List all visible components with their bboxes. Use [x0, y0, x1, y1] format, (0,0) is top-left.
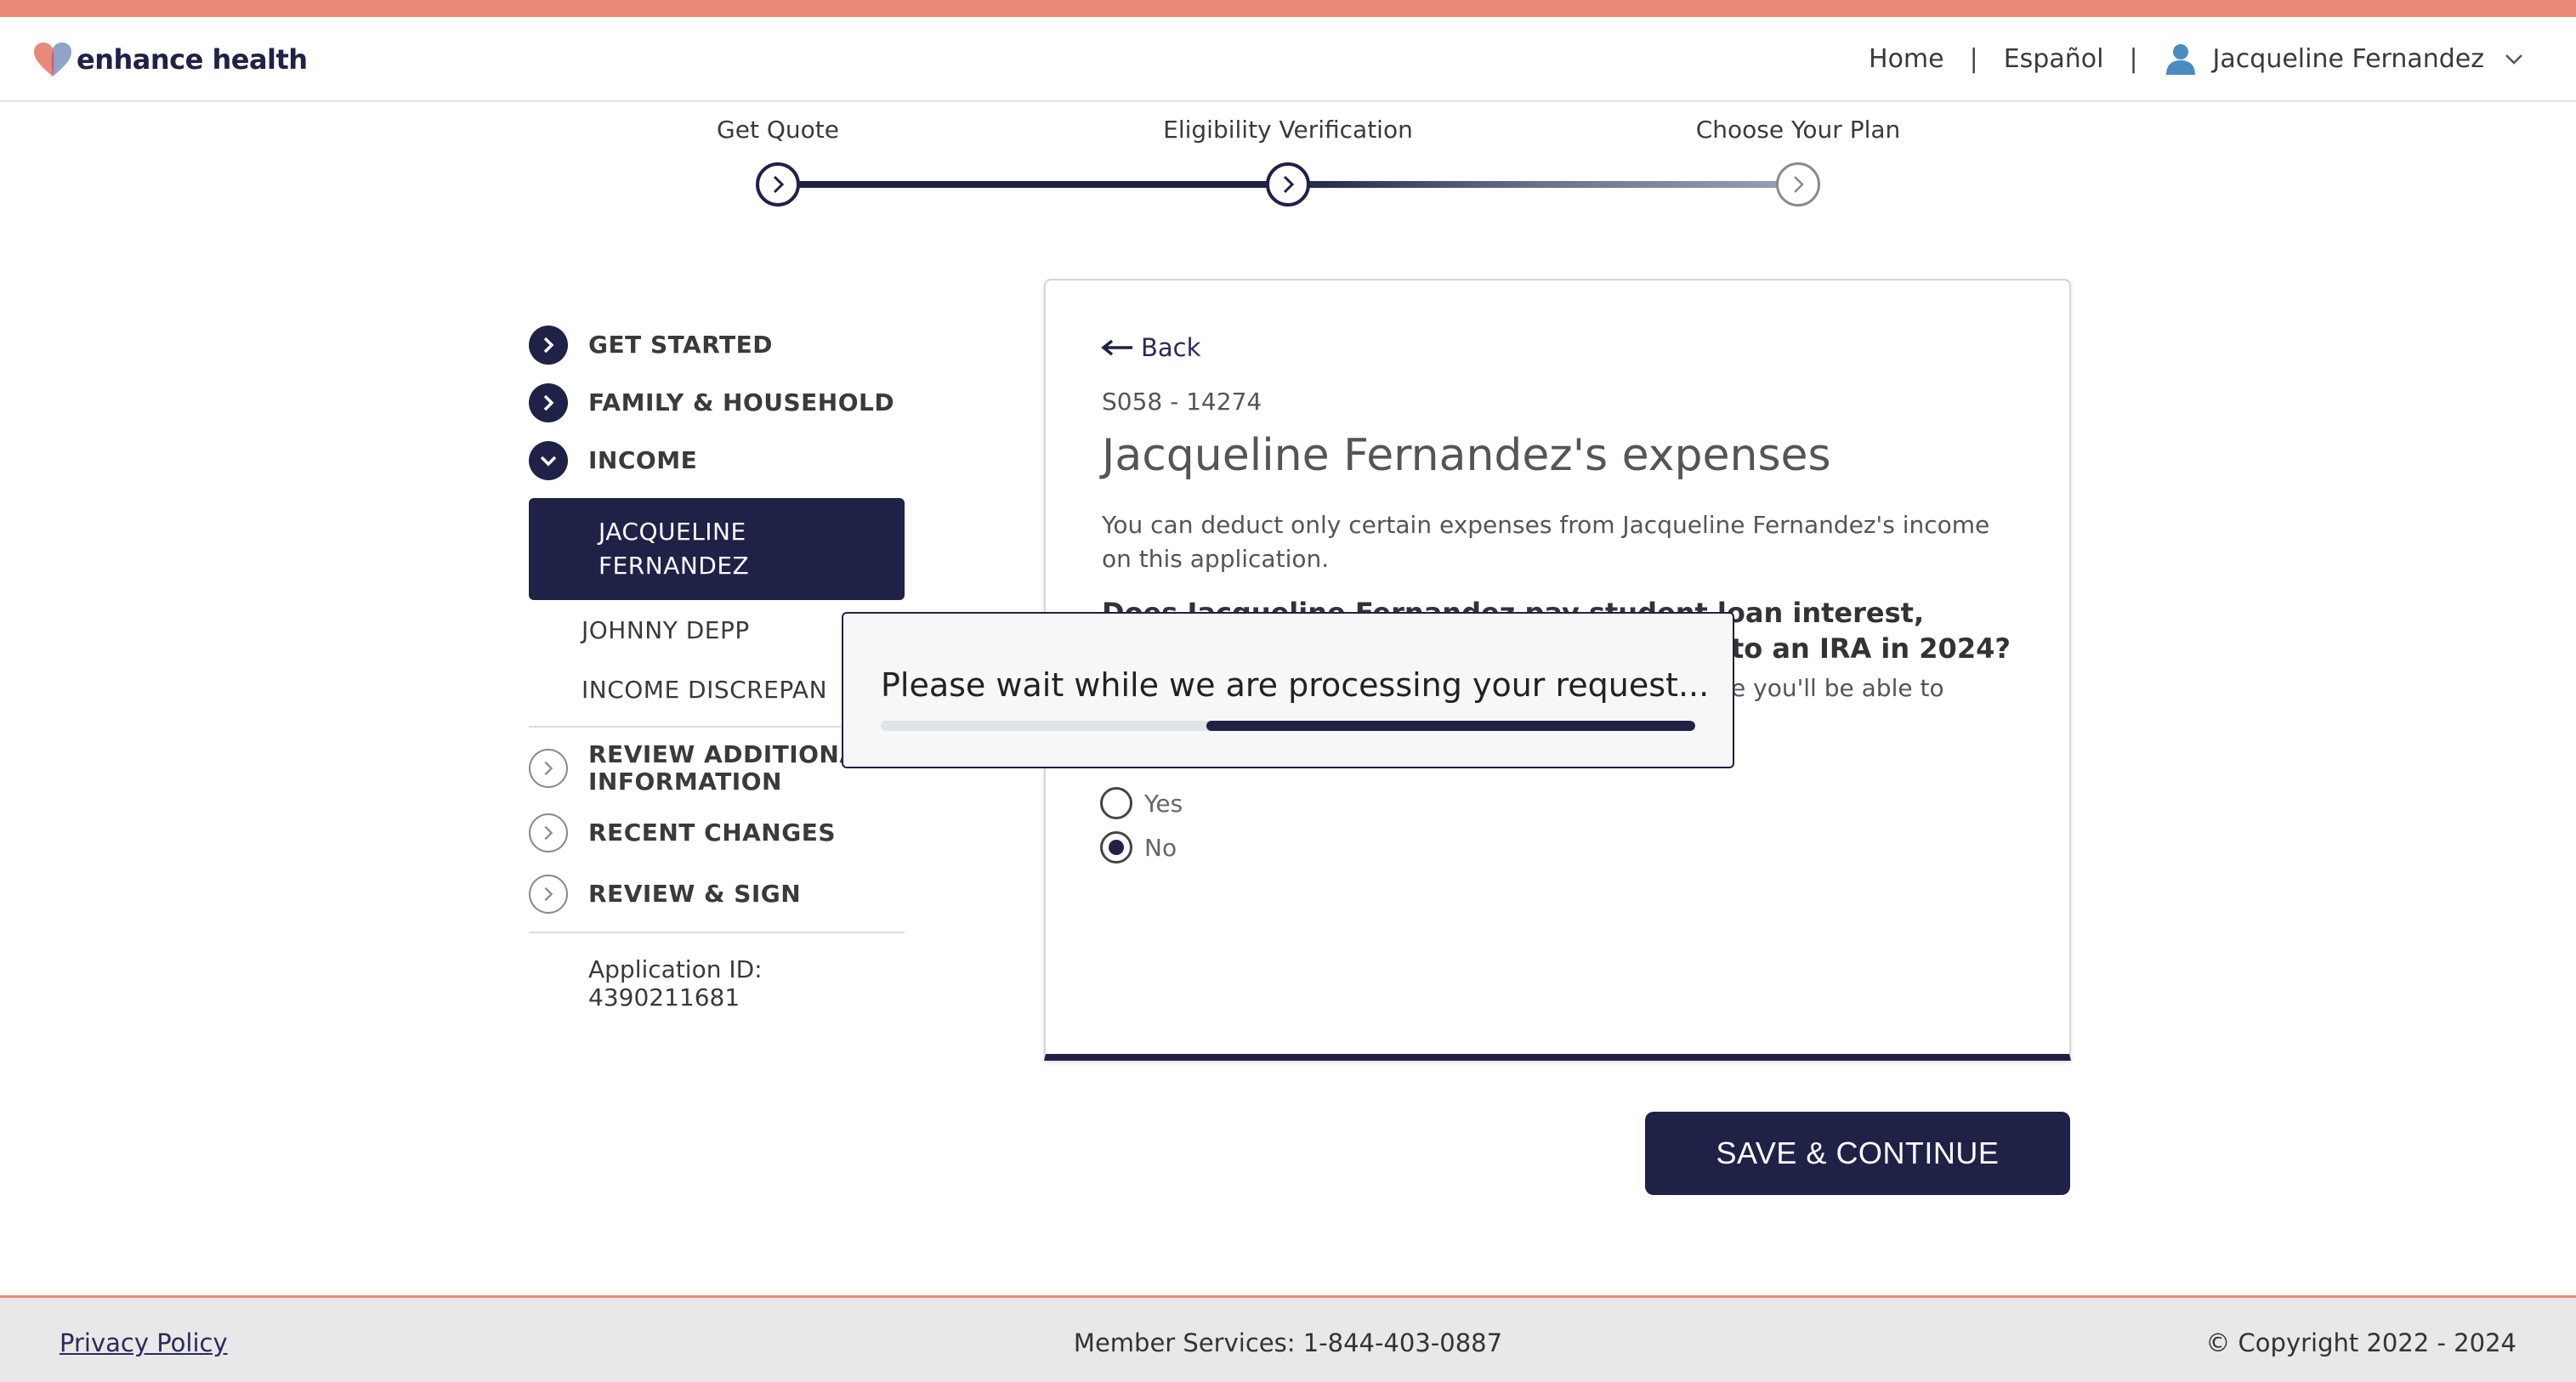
sidebar-item-review-sign[interactable]: REVIEW & SIGN	[529, 864, 920, 925]
save-continue-button[interactable]: SAVE & CONTINUE	[1645, 1112, 2070, 1195]
chevron-right-icon	[1283, 175, 1295, 194]
member-services: Member Services: 1-844-403-0887	[1073, 1328, 1503, 1357]
user-icon	[2165, 44, 2195, 75]
radio-label-no: No	[1144, 833, 1177, 862]
heart-logo-icon	[34, 42, 71, 76]
sidebar-subitem-label-line1: JACQUELINE	[599, 518, 746, 546]
radio-label-yes: Yes	[1144, 789, 1183, 818]
processing-dialog: Please wait while we are processing your…	[842, 612, 1734, 768]
sidebar-item-label: REVIEW & SIGN	[588, 880, 802, 908]
sidebar-item-label: REVIEW ADDITIONAL INFORMATION	[588, 741, 874, 796]
chevron-right-icon	[529, 749, 568, 788]
stepper-line-in-progress	[1288, 181, 1798, 188]
site-footer: Privacy Policy Member Services: 1-844-40…	[0, 1295, 2576, 1382]
radio-option-yes[interactable]: Yes	[1100, 787, 1183, 819]
back-link[interactable]: Back	[1100, 333, 1200, 362]
processing-message: Please wait while we are processing your…	[881, 666, 1710, 704]
sidebar-item-income[interactable]: INCOME	[529, 432, 920, 490]
sidebar-item-recent-changes[interactable]: RECENT CHANGES	[529, 802, 920, 864]
nav-separator: |	[2129, 43, 2138, 74]
progress-bar-track	[881, 721, 1695, 731]
sidebar-item-label: GET STARTED	[588, 331, 773, 359]
radio-button-no[interactable]	[1100, 831, 1132, 864]
step-label-eligibility: Eligibility Verification	[1163, 116, 1413, 144]
radio-button-yes[interactable]	[1100, 787, 1132, 819]
nav-language-link[interactable]: Español	[2004, 44, 2104, 74]
sidebar-item-label: INCOME	[588, 446, 698, 474]
step-circle-choose-plan[interactable]	[1776, 162, 1820, 207]
top-nav: Home | Español | Jacqueline Fernandez	[1869, 42, 2525, 75]
radio-selected-dot	[1109, 840, 1124, 855]
sidebar-divider	[529, 932, 905, 933]
chevron-right-icon	[1794, 176, 1804, 193]
chevron-right-icon	[529, 813, 568, 852]
nav-separator: |	[1969, 43, 1978, 74]
sidebar-item-label-line1: REVIEW ADDITIONAL	[588, 740, 874, 768]
radio-option-no[interactable]: No	[1100, 831, 1177, 864]
progress-stepper: Get Quote Eligibility Verification Choos…	[697, 110, 1900, 212]
nav-home-link[interactable]: Home	[1869, 44, 1944, 74]
logo-text: enhance health	[77, 43, 308, 76]
arrow-left-icon	[1101, 339, 1132, 356]
page-title: Jacqueline Fernandez's expenses	[1102, 430, 1831, 481]
progress-bar-fill	[1206, 721, 1695, 731]
step-label-choose-plan: Choose Your Plan	[1695, 116, 1901, 144]
page-description: You can deduct only certain expenses fro…	[1102, 511, 1990, 573]
step-label-get-quote: Get Quote	[717, 116, 839, 144]
step-circle-eligibility[interactable]	[1266, 162, 1310, 207]
top-accent-bar	[0, 0, 2576, 17]
sidebar-item-label-line2: INFORMATION	[588, 767, 782, 796]
chevron-down-icon	[529, 441, 568, 480]
logo[interactable]: enhance health	[32, 39, 308, 80]
sidebar-item-get-started[interactable]: GET STARTED	[529, 316, 920, 374]
sidebar-subitem-label-line2: FERNANDEZ	[599, 552, 750, 580]
chevron-down-icon[interactable]	[2503, 48, 2525, 70]
back-label: Back	[1141, 333, 1201, 362]
sidebar-subitem-jacqueline-fernandez[interactable]: JACQUELINE FERNANDEZ	[529, 498, 905, 600]
chevron-right-icon	[529, 383, 568, 422]
step-circle-get-quote[interactable]	[756, 162, 800, 207]
sidebar-item-family-household[interactable]: FAMILY & HOUSEHOLD	[529, 374, 920, 432]
stepper-line-complete	[778, 181, 1288, 188]
chevron-right-icon	[773, 175, 785, 194]
copyright: © Copyright 2022 - 2024	[2205, 1328, 2516, 1357]
screen-code: S058 - 14274	[1102, 388, 1262, 416]
chevron-right-icon	[529, 875, 568, 914]
user-menu-name[interactable]: Jacqueline Fernandez	[2213, 44, 2484, 74]
site-header: enhance health Home | Español | Jacqueli…	[0, 17, 2576, 102]
application-id: Application ID: 4390211681	[588, 955, 763, 1011]
chevron-right-icon	[529, 326, 568, 365]
sidebar-item-label: RECENT CHANGES	[588, 818, 837, 847]
sidebar-item-label: FAMILY & HOUSEHOLD	[588, 388, 895, 416]
